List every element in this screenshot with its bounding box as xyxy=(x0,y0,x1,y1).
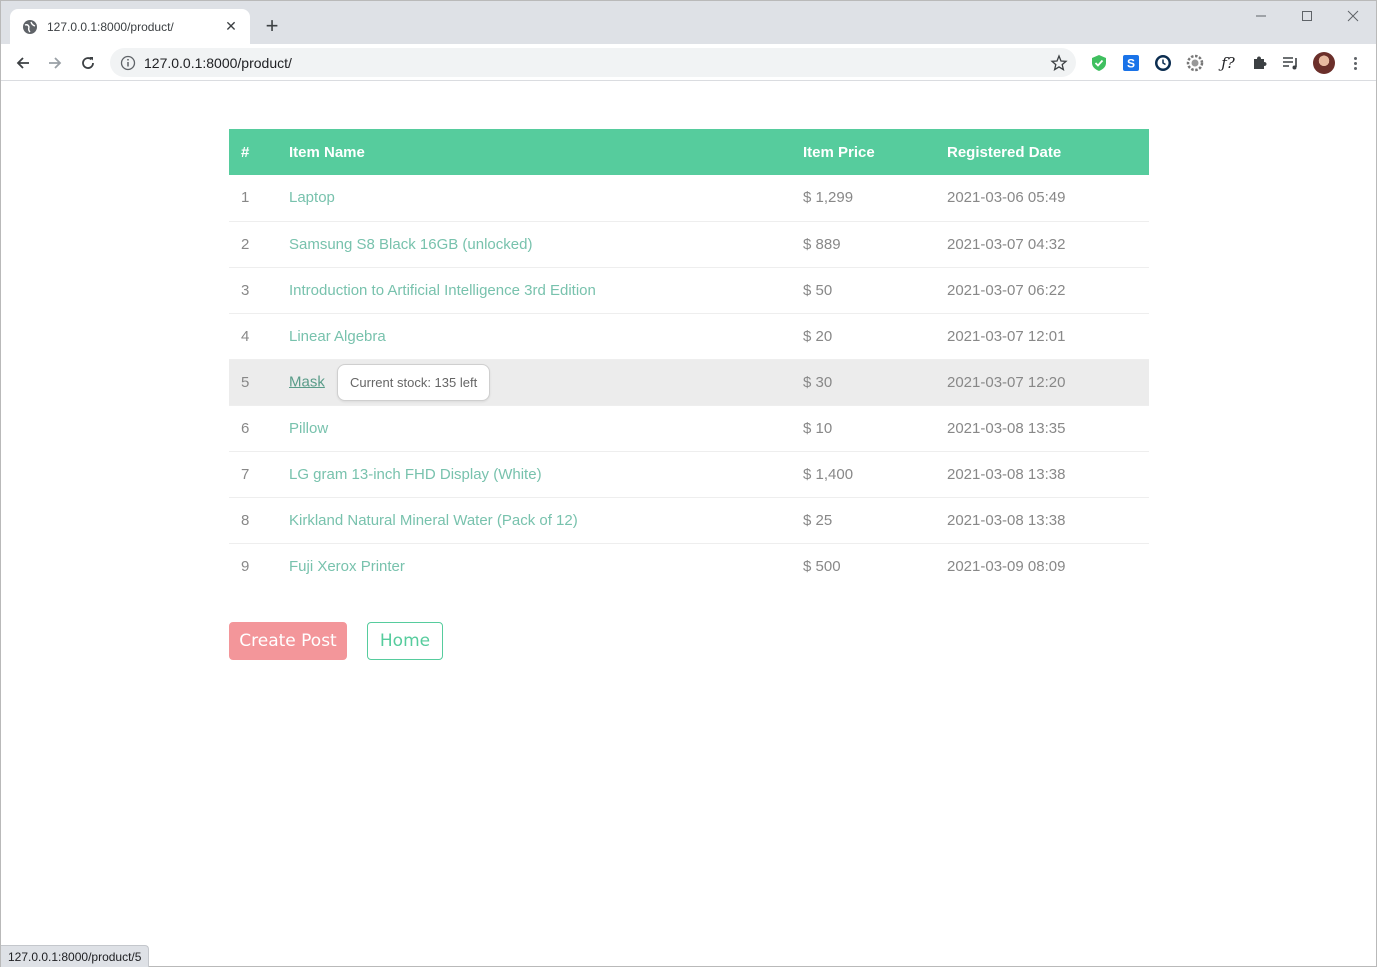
product-link[interactable]: Fuji Xerox Printer xyxy=(289,558,405,575)
row-price: $ 20 xyxy=(803,312,947,359)
table-row: 8 Kirkland Natural Mineral Water (Pack o… xyxy=(229,496,1149,543)
row-number: 2 xyxy=(229,220,289,267)
row-number: 8 xyxy=(229,496,289,543)
address-bar[interactable]: 127.0.0.1:8000/product/ xyxy=(110,48,1076,77)
table-row: 4 Linear Algebra $ 20 2021-03-07 12:01 xyxy=(229,312,1149,359)
stock-tooltip: Current stock: 135 left xyxy=(337,363,491,401)
header-number: # xyxy=(241,143,250,161)
row-price: $ 10 xyxy=(803,404,947,451)
minimize-icon[interactable] xyxy=(1238,5,1284,27)
page-content: # Item Name Item Price Registered Date 1… xyxy=(1,82,1376,966)
product-link[interactable]: Kirkland Natural Mineral Water (Pack of … xyxy=(289,512,578,529)
row-price: $ 30 xyxy=(803,358,947,405)
maximize-icon[interactable] xyxy=(1284,5,1330,27)
header-item-name: Item Name xyxy=(289,143,365,161)
forward-arrow-icon[interactable] xyxy=(43,51,67,75)
table-row: 9 Fuji Xerox Printer $ 500 2021-03-09 08… xyxy=(229,542,1149,589)
row-date: 2021-03-09 08:09 xyxy=(947,542,1149,589)
back-arrow-icon[interactable] xyxy=(11,51,35,75)
clock-icon[interactable] xyxy=(1153,53,1173,73)
svg-text:S: S xyxy=(1127,57,1135,71)
row-date: 2021-03-08 13:38 xyxy=(947,496,1149,543)
product-link[interactable]: Laptop xyxy=(289,189,335,206)
product-link[interactable]: Introduction to Artificial Intelligence … xyxy=(289,282,596,299)
profile-avatar[interactable] xyxy=(1313,52,1335,74)
row-price: $ 1,299 xyxy=(803,189,854,207)
formula-f-icon[interactable]: ƒ? xyxy=(1215,53,1241,73)
table-row: 1 Laptop $ 1,299 2021-03-06 05:49 xyxy=(229,175,1149,221)
product-link[interactable]: Samsung S8 Black 16GB (unlocked) xyxy=(289,236,532,253)
row-date: 2021-03-08 13:38 xyxy=(947,450,1149,497)
row-number: 1 xyxy=(241,189,250,207)
browser-toolbar: 127.0.0.1:8000/product/ S ƒ? xyxy=(1,44,1376,81)
row-number: 9 xyxy=(229,542,289,589)
info-icon[interactable] xyxy=(120,55,136,71)
more-menu-icon[interactable] xyxy=(1345,53,1365,73)
product-link[interactable]: LG gram 13-inch FHD Display (White) xyxy=(289,466,542,483)
row-price: $ 50 xyxy=(803,266,947,313)
table-row: 3 Introduction to Artificial Intelligenc… xyxy=(229,266,1149,313)
table-header-row: # Item Name Item Price Registered Date xyxy=(229,129,1149,175)
table-row: 2 Samsung S8 Black 16GB (unlocked) $ 889… xyxy=(229,220,1149,267)
row-price: $ 889 xyxy=(803,220,947,267)
product-link[interactable]: Mask xyxy=(289,373,325,390)
header-item-price: Item Price xyxy=(803,143,875,161)
globe-icon xyxy=(23,19,37,34)
table-row-hovered: 5 Mask Current stock: 135 left $ 30 2021… xyxy=(229,358,1149,405)
close-tab-icon[interactable]: ✕ xyxy=(222,18,240,35)
s-extension-icon[interactable]: S xyxy=(1121,53,1141,73)
url-text[interactable]: 127.0.0.1:8000/product/ xyxy=(144,55,292,71)
row-number: 3 xyxy=(229,266,289,313)
media-queue-icon[interactable] xyxy=(1281,53,1301,73)
new-tab-icon[interactable]: + xyxy=(260,15,284,39)
bookmark-star-icon[interactable] xyxy=(1050,54,1068,72)
create-post-button[interactable]: Create Post xyxy=(229,622,347,660)
window-close-icon[interactable] xyxy=(1330,5,1376,27)
row-date: 2021-03-08 13:35 xyxy=(947,404,1149,451)
tab-title: 127.0.0.1:8000/product/ xyxy=(47,19,174,34)
product-table: # Item Name Item Price Registered Date 1… xyxy=(229,129,1149,589)
row-date: 2021-03-07 12:20 xyxy=(947,358,1149,405)
reload-icon[interactable] xyxy=(76,51,100,75)
product-link[interactable]: Linear Algebra xyxy=(289,328,386,345)
tab-strip: 127.0.0.1:8000/product/ ✕ + xyxy=(1,1,1376,44)
row-number: 6 xyxy=(229,404,289,451)
row-price: $ 500 xyxy=(803,542,947,589)
puzzle-extensions-icon[interactable] xyxy=(1249,53,1269,73)
row-number: 5 xyxy=(229,358,289,405)
row-date: 2021-03-06 05:49 xyxy=(947,189,1066,207)
shield-icon[interactable] xyxy=(1089,53,1109,73)
row-date: 2021-03-07 04:32 xyxy=(947,220,1149,267)
row-number: 4 xyxy=(229,312,289,359)
row-date: 2021-03-07 06:22 xyxy=(947,266,1149,313)
browser-tab[interactable]: 127.0.0.1:8000/product/ ✕ xyxy=(10,9,250,44)
table-row: 6 Pillow $ 10 2021-03-08 13:35 xyxy=(229,404,1149,451)
row-price: $ 1,400 xyxy=(803,450,947,497)
status-bar-url: 127.0.0.1:8000/product/5 xyxy=(1,945,150,967)
row-date: 2021-03-07 12:01 xyxy=(947,312,1149,359)
gear-icon[interactable] xyxy=(1185,53,1205,73)
header-registered-date: Registered Date xyxy=(947,143,1062,161)
row-number: 7 xyxy=(229,450,289,497)
home-button[interactable]: Home xyxy=(367,622,443,660)
table-row: 7 LG gram 13-inch FHD Display (White) $ … xyxy=(229,450,1149,497)
product-link[interactable]: Pillow xyxy=(289,420,328,437)
row-price: $ 25 xyxy=(803,496,947,543)
